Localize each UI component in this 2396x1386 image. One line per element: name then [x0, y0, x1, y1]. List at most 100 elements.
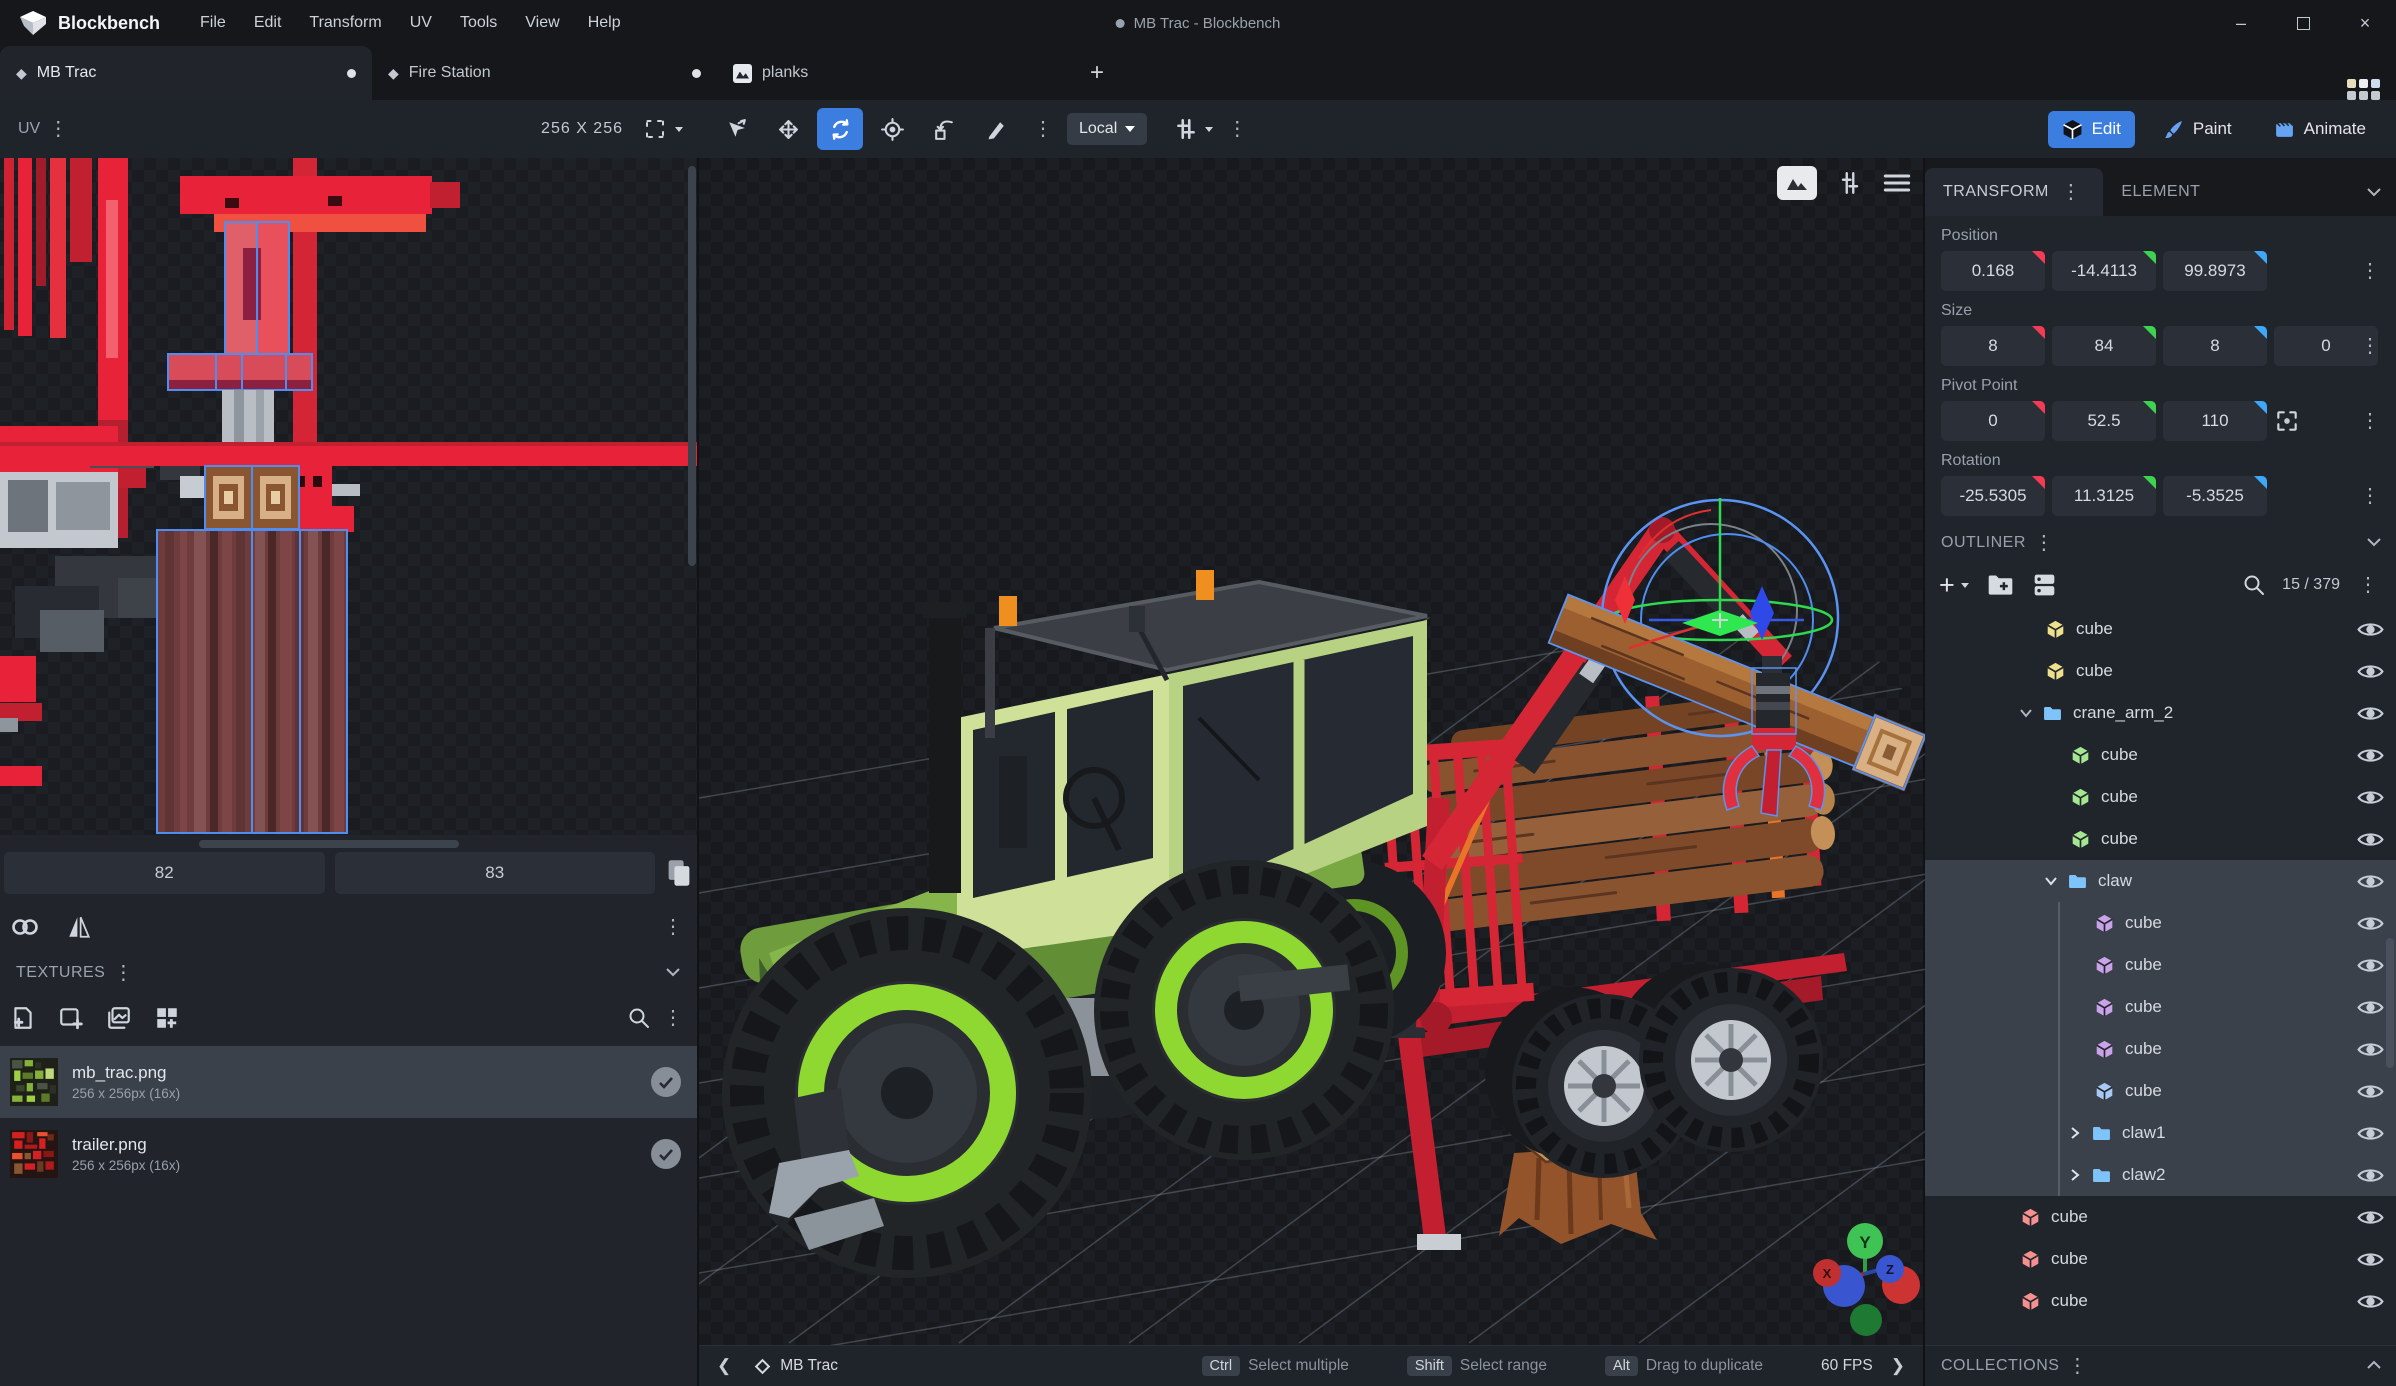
- transform-space-select[interactable]: Local: [1067, 113, 1147, 145]
- status-next-icon[interactable]: ❯: [1887, 1356, 1909, 1376]
- chevron-down-icon[interactable]: [2018, 705, 2034, 721]
- toolbar-kebab-icon[interactable]: ⋮: [1219, 119, 1255, 139]
- outliner-row-cube[interactable]: cube: [1925, 1070, 2396, 1112]
- tab-planks[interactable]: planks: [717, 46, 922, 100]
- status-prev-icon[interactable]: ❮: [713, 1356, 735, 1376]
- menu-view[interactable]: View: [511, 0, 573, 46]
- visibility-eye-icon[interactable]: [2357, 746, 2384, 765]
- rotate-tool[interactable]: [817, 108, 863, 150]
- outliner-scrollbar[interactable]: [2386, 938, 2394, 1068]
- visibility-eye-icon[interactable]: [2357, 788, 2384, 807]
- tractor-model[interactable]: [722, 570, 1446, 1278]
- outliner-collapse-icon[interactable]: [2366, 534, 2382, 552]
- visibility-eye-icon[interactable]: [2357, 914, 2384, 933]
- outliner-row-cube[interactable]: cube: [1925, 1028, 2396, 1070]
- viewport-menu-icon[interactable]: [1883, 171, 1911, 195]
- visibility-eye-icon[interactable]: [2357, 1166, 2384, 1185]
- rotation-z-field[interactable]: -5.3525: [2163, 476, 2267, 516]
- move-tool[interactable]: [765, 108, 811, 150]
- position-kebab-icon[interactable]: ⋮: [2352, 261, 2388, 281]
- copy-uv-icon[interactable]: [665, 858, 693, 888]
- rotation-y-field[interactable]: 11.3125: [2052, 476, 2156, 516]
- search-icon[interactable]: [2242, 573, 2266, 597]
- outliner-kebab-icon[interactable]: ⋮: [2026, 533, 2063, 553]
- transform-kebab-icon[interactable]: ⋮: [2053, 182, 2090, 202]
- viewport-3d[interactable]: Y X Z ❮ MB Trac CtrlSelect multiple Shif…: [697, 158, 1925, 1386]
- size-x-field[interactable]: 8: [1941, 326, 2045, 366]
- add-group-icon[interactable]: [1987, 573, 2014, 597]
- chevron-right-icon[interactable]: [2067, 1167, 2083, 1183]
- minimize-button[interactable]: –: [2210, 0, 2272, 46]
- outliner-row-cube[interactable]: cube: [1925, 944, 2396, 986]
- visibility-eye-icon[interactable]: [2357, 956, 2384, 975]
- visibility-eye-icon[interactable]: [2357, 1292, 2384, 1311]
- visibility-eye-icon[interactable]: [2357, 1040, 2384, 1059]
- textures-kebab-icon[interactable]: ⋮: [105, 963, 142, 983]
- pivot-x-field[interactable]: 0: [1941, 401, 2045, 441]
- texture-stitch-icon[interactable]: [154, 1005, 180, 1031]
- menu-help[interactable]: Help: [574, 0, 635, 46]
- texture-visible-check-icon[interactable]: [651, 1139, 681, 1169]
- uv-x-field[interactable]: 82: [4, 852, 325, 894]
- tab-fire-station[interactable]: ◆ Fire Station: [372, 46, 717, 100]
- collections-kebab-icon[interactable]: ⋮: [2059, 1356, 2096, 1376]
- menu-edit[interactable]: Edit: [240, 0, 296, 46]
- pivot-tool[interactable]: [869, 108, 915, 150]
- collections-expand-icon[interactable]: [2366, 1357, 2382, 1375]
- visibility-eye-icon[interactable]: [2357, 1250, 2384, 1269]
- outliner-row-claw[interactable]: claw: [1925, 860, 2396, 902]
- menu-file[interactable]: File: [186, 0, 240, 46]
- search-icon[interactable]: [627, 1006, 651, 1030]
- tab-mb-trac[interactable]: ◆ MB Trac: [0, 46, 372, 100]
- chevron-right-icon[interactable]: [2067, 1125, 2083, 1141]
- outliner-row-cube[interactable]: cube: [1925, 818, 2396, 860]
- menu-tools[interactable]: Tools: [446, 0, 511, 46]
- outliner-row-cube[interactable]: cube: [1925, 776, 2396, 818]
- viewport-sliders-icon[interactable]: [1837, 169, 1863, 197]
- unsaved-indicator[interactable]: [347, 69, 356, 78]
- resize-tool[interactable]: [713, 108, 759, 150]
- outliner-row-claw1[interactable]: claw1: [1925, 1112, 2396, 1154]
- tab-transform[interactable]: TRANSFORM ⋮: [1925, 168, 2103, 216]
- group-list-icon[interactable]: [2032, 573, 2057, 597]
- outliner-row-cube[interactable]: cube: [1925, 650, 2396, 692]
- rotation-kebab-icon[interactable]: ⋮: [2352, 486, 2388, 506]
- unsaved-indicator[interactable]: [692, 69, 701, 78]
- apps-grid-icon[interactable]: [2347, 79, 2380, 100]
- append-textures-icon[interactable]: [106, 1005, 132, 1031]
- texture-list-kebab-icon[interactable]: ⋮: [655, 1008, 691, 1028]
- visibility-eye-icon[interactable]: [2357, 830, 2384, 849]
- tab-element[interactable]: ELEMENT: [2103, 168, 2214, 216]
- mode-paint-button[interactable]: Paint: [2149, 111, 2246, 148]
- frame-view-icon[interactable]: [643, 117, 667, 141]
- create-texture-icon[interactable]: [58, 1005, 84, 1031]
- chevron-down-icon[interactable]: [2043, 873, 2059, 889]
- visibility-eye-icon[interactable]: [2357, 872, 2384, 891]
- size-z-field[interactable]: 8: [2163, 326, 2267, 366]
- position-z-field[interactable]: 99.8973: [2163, 251, 2267, 291]
- outliner-row-cube[interactable]: cube: [1925, 1238, 2396, 1280]
- outliner-row-cube[interactable]: cube: [1925, 986, 2396, 1028]
- outliner-row-cube[interactable]: cube: [1925, 902, 2396, 944]
- outliner-row-cube[interactable]: cube: [1925, 608, 2396, 650]
- pivot-kebab-icon[interactable]: ⋮: [2352, 411, 2388, 431]
- texture-visible-check-icon[interactable]: [651, 1067, 681, 1097]
- visibility-eye-icon[interactable]: [2357, 662, 2384, 681]
- uv-horizontal-scrollbar[interactable]: [199, 840, 459, 848]
- viewport-canvas[interactable]: Y X Z: [699, 158, 1927, 1345]
- outliner-row-cube[interactable]: cube: [1925, 734, 2396, 776]
- frame-view-caret-icon[interactable]: [675, 127, 683, 132]
- center-pivot-icon[interactable]: [2274, 408, 2300, 434]
- texture-row-mb-trac[interactable]: mb_trac.png 256 x 256px (16x): [0, 1046, 697, 1118]
- outliner-row-claw2[interactable]: claw2: [1925, 1154, 2396, 1196]
- uv-editor-canvas[interactable]: [0, 158, 697, 835]
- knife-tool[interactable]: [973, 108, 1019, 150]
- outliner-row-cube[interactable]: cube: [1925, 1280, 2396, 1322]
- pivot-y-field[interactable]: 52.5: [2052, 401, 2156, 441]
- outliner-row-cube[interactable]: cube: [1925, 1196, 2396, 1238]
- mirror-caret-icon[interactable]: [1205, 127, 1213, 132]
- mode-animate-button[interactable]: Animate: [2260, 111, 2380, 148]
- pivot-z-field[interactable]: 110: [2163, 401, 2267, 441]
- vertex-snap-tool[interactable]: [921, 108, 967, 150]
- close-button[interactable]: ×: [2334, 0, 2396, 46]
